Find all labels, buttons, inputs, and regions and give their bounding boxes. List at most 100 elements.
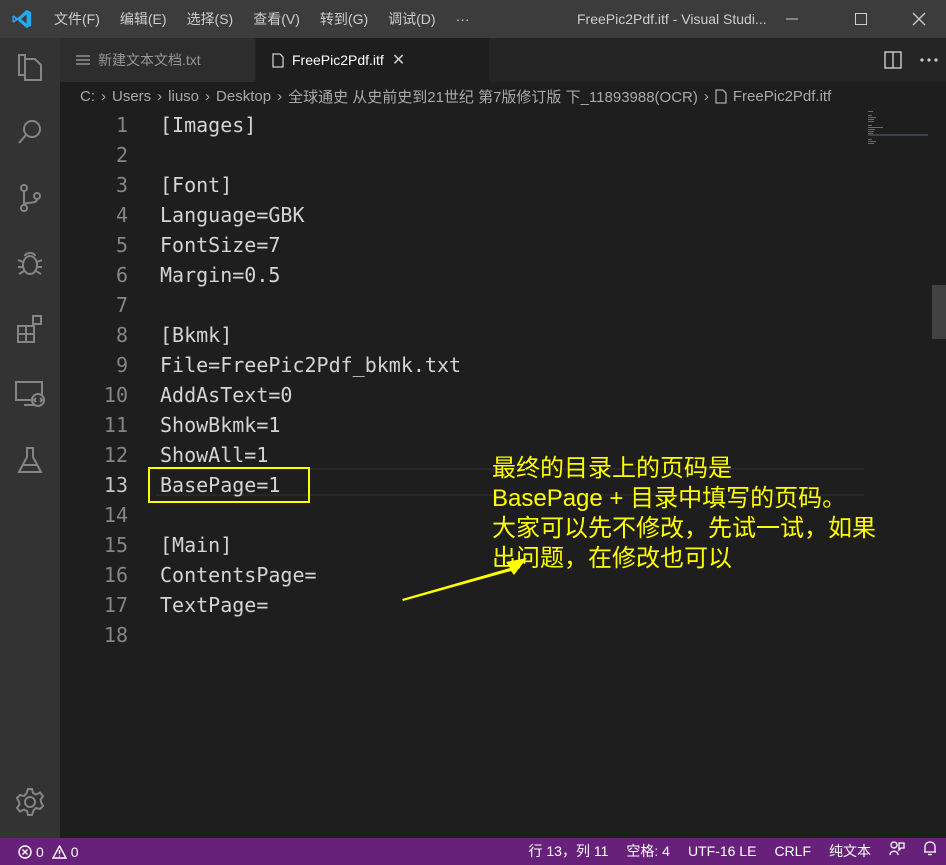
- gear-icon: [15, 788, 45, 816]
- problems-indicator[interactable]: 0 0: [18, 838, 79, 865]
- menu-more-button[interactable]: ···: [446, 0, 480, 38]
- line-number: 1: [115, 113, 128, 137]
- split-editor-icon[interactable]: [884, 51, 902, 69]
- file-icon: [715, 88, 727, 104]
- minimap[interactable]: [868, 110, 932, 150]
- search-icon: [18, 120, 41, 144]
- tab-freepic2pdf-itf[interactable]: FreePic2Pdf.itf ✕: [256, 38, 489, 82]
- line-number: 5: [115, 233, 128, 257]
- line-text: ContentsPage=: [160, 563, 317, 587]
- line-number: 12: [103, 443, 128, 467]
- remote-explorer-button[interactable]: [14, 378, 46, 410]
- code-line[interactable]: 8 [Bkmk]: [60, 320, 860, 350]
- breadcrumb-item[interactable]: FreePic2Pdf.itf: [733, 88, 831, 105]
- remote-explorer-icon: [15, 381, 45, 407]
- end-of-line[interactable]: CRLF: [765, 838, 820, 865]
- status-bar: 0 0 行 13，列 11 空格: 4 UTF-16 LE CRLF 纯文本: [0, 838, 946, 865]
- code-line[interactable]: 5 FontSize=7: [60, 230, 860, 260]
- menu-lines-icon: [76, 55, 90, 65]
- files-icon: [18, 54, 42, 81]
- maximize-button[interactable]: [838, 0, 884, 38]
- close-window-button[interactable]: [896, 0, 942, 38]
- breadcrumb-item[interactable]: Desktop: [216, 88, 271, 105]
- vertical-scrollbar[interactable]: [932, 110, 946, 838]
- breadcrumb-item[interactable]: C:: [80, 88, 95, 105]
- tab-new-text-document[interactable]: 新建文本文档.txt: [60, 38, 255, 82]
- encoding[interactable]: UTF-16 LE: [679, 838, 765, 865]
- line-text: ShowAll=1: [160, 443, 269, 467]
- code-line[interactable]: 2: [60, 140, 860, 170]
- editor[interactable]: 1 [Images] 2 3 [Font] 4 Language=GBK 5 FontS…: [60, 110, 946, 838]
- error-count: 0: [36, 843, 44, 860]
- code-line[interactable]: 11 ShowBkmk=1: [60, 410, 860, 440]
- maximize-icon: [855, 13, 867, 25]
- search-button[interactable]: [14, 116, 46, 148]
- language-mode[interactable]: 纯文本: [820, 838, 880, 865]
- code-line[interactable]: 3 [Font]: [60, 170, 860, 200]
- editor-actions: [884, 38, 938, 82]
- cursor-position[interactable]: 行 13，列 11: [520, 838, 618, 865]
- annotation-line: 出问题，在修改也可以: [492, 545, 732, 572]
- annotation-line: 大家可以先不修改，先试一试，如果: [492, 515, 876, 542]
- extensions-button[interactable]: [14, 312, 46, 344]
- menu-selection[interactable]: 选择(S): [177, 0, 244, 38]
- line-number: 6: [115, 263, 128, 287]
- line-number: 15: [103, 533, 128, 557]
- line-number: 17: [103, 593, 128, 617]
- chevron-right-icon: ›: [101, 87, 106, 105]
- vscode-logo-icon: [12, 9, 32, 29]
- minimize-button[interactable]: [769, 0, 815, 38]
- activity-bar: [0, 38, 60, 838]
- close-icon: [912, 12, 926, 26]
- chevron-right-icon: ›: [157, 87, 163, 105]
- line-text: TextPage=: [160, 593, 269, 617]
- code-line[interactable]: 4 Language=GBK: [60, 200, 860, 230]
- menu-view[interactable]: 查看(V): [243, 0, 310, 38]
- line-number: 4: [115, 203, 128, 227]
- tab-label: FreePic2Pdf.itf: [292, 52, 384, 68]
- source-control-button[interactable]: [14, 182, 46, 214]
- explorer-button[interactable]: [14, 52, 46, 84]
- tab-close-button[interactable]: ✕: [392, 50, 405, 70]
- chevron-right-icon: ›: [277, 87, 283, 105]
- window-title: FreePic2Pdf.itf - Visual Studi...: [577, 11, 767, 27]
- minimize-icon: [786, 18, 798, 20]
- breadcrumb-item[interactable]: liuso: [168, 88, 199, 105]
- line-text: AddAsText=0: [160, 383, 293, 407]
- menu-file[interactable]: 文件(F): [44, 0, 110, 38]
- line-number: 14: [103, 503, 128, 527]
- breadcrumb-item[interactable]: 全球通史 从史前史到21世纪 第7版修订版 下_11893988(OCR): [288, 86, 698, 107]
- line-number: 13: [103, 473, 128, 497]
- code-line[interactable]: 6 Margin=0.5: [60, 260, 860, 290]
- line-number: 11: [103, 413, 128, 437]
- annotation-line: BasePage + 目录中填写的页码。: [492, 485, 847, 512]
- debug-button[interactable]: [14, 246, 46, 278]
- scrollbar-thumb[interactable]: [932, 285, 946, 339]
- more-actions-icon[interactable]: [920, 57, 938, 63]
- menu-edit[interactable]: 编辑(E): [110, 0, 177, 38]
- breadcrumb: C: › Users › liuso › Desktop › 全球通史 从史前史…: [60, 82, 946, 110]
- title-bar: 文件(F) 编辑(E) 选择(S) 查看(V) 转到(G) 调试(D) ··· …: [0, 0, 946, 38]
- source-control-icon: [20, 184, 41, 212]
- menu-debug[interactable]: 调试(D): [378, 0, 445, 38]
- manage-button[interactable]: [14, 786, 46, 818]
- code-line[interactable]: 1 [Images]: [60, 110, 860, 140]
- code-line[interactable]: 9 File=FreePic2Pdf_bkmk.txt: [60, 350, 860, 380]
- menu-go[interactable]: 转到(G): [310, 0, 378, 38]
- line-number: 2: [115, 143, 128, 167]
- tab-bar: 新建文本文档.txt FreePic2Pdf.itf ✕: [60, 38, 946, 82]
- notifications-button[interactable]: [914, 838, 946, 865]
- line-number: 9: [115, 353, 128, 377]
- line-text: [Font]: [160, 173, 233, 197]
- line-text: File=FreePic2Pdf_bkmk.txt: [160, 353, 462, 377]
- testing-button[interactable]: [14, 444, 46, 476]
- code-line[interactable]: 10 AddAsText=0: [60, 380, 860, 410]
- line-text: [Main]: [160, 533, 233, 557]
- indentation[interactable]: 空格: 4: [617, 838, 679, 865]
- breadcrumb-item[interactable]: Users: [112, 88, 151, 105]
- code-line[interactable]: 18: [60, 620, 860, 650]
- tab-label: 新建文本文档.txt: [98, 52, 201, 68]
- line-text: [Bkmk]: [160, 323, 233, 347]
- code-line[interactable]: 7: [60, 290, 860, 320]
- feedback-button[interactable]: [880, 838, 914, 865]
